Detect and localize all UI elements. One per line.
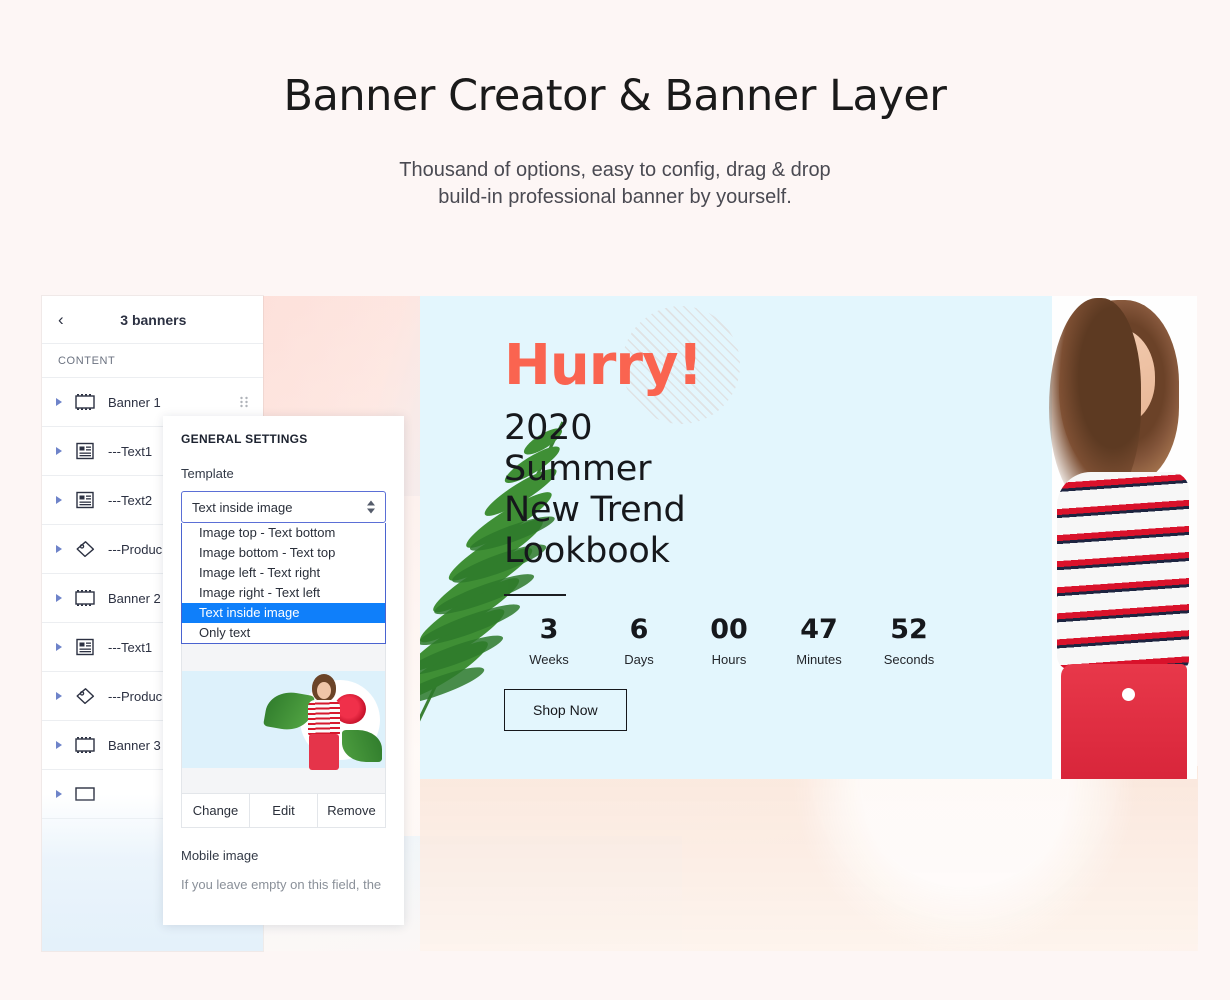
subtitle-line-1: Thousand of options, easy to config, dra… — [399, 159, 831, 182]
banner-preview: Hurry! 2020 Summer New Trend Lookbook 3 … — [420, 296, 1197, 779]
expand-caret-icon[interactable] — [56, 643, 62, 651]
settings-panel-title: GENERAL SETTINGS — [181, 432, 308, 446]
page-subtitle: Thousand of options, easy to config, dra… — [0, 157, 1230, 211]
countdown-cell: 52 Seconds — [864, 616, 954, 667]
sidebar-item-label: ---Text1 — [108, 443, 153, 459]
expand-caret-icon[interactable] — [56, 545, 62, 553]
product-tag-icon — [76, 541, 95, 558]
remove-image-button[interactable]: Remove — [318, 794, 385, 827]
banner-content: Hurry! 2020 Summer New Trend Lookbook 3 … — [420, 296, 1197, 731]
general-settings-panel: GENERAL SETTINGS Template Text inside im… — [163, 416, 404, 925]
template-option[interactable]: Image left - Text right — [182, 563, 385, 583]
template-field-label: Template — [181, 466, 234, 481]
template-select[interactable]: Text inside image — [181, 491, 386, 523]
sidebar-title: 3 banners — [120, 311, 187, 328]
drag-handle-icon[interactable] — [239, 395, 249, 409]
text-icon — [76, 638, 94, 656]
banner-icon — [75, 394, 95, 410]
image-action-buttons: Change Edit Remove — [181, 794, 386, 828]
stepper-arrows-icon[interactable] — [367, 500, 375, 514]
headline-line-4: Lookbook — [504, 530, 670, 571]
mobile-image-label: Mobile image — [181, 848, 259, 863]
countdown-label: Minutes — [796, 651, 842, 667]
headline-line-1: 2020 — [504, 408, 593, 448]
edit-image-button[interactable]: Edit — [250, 794, 318, 827]
hero-section: Banner Creator & Banner Layer Thousand o… — [0, 0, 1230, 211]
product-tag-icon — [76, 688, 95, 705]
countdown-cell: 00 Hours — [684, 616, 774, 667]
sidebar-item-label: Banner 1 — [108, 394, 161, 410]
sidebar-item-label: ---Produc — [108, 688, 163, 704]
expand-caret-icon[interactable] — [56, 692, 62, 700]
page-root: Banner Creator & Banner Layer Thousand o… — [0, 0, 1230, 1000]
sidebar-item-label: Banner 2 — [108, 590, 161, 606]
headline-line-2: Summer — [504, 448, 652, 489]
expand-caret-icon[interactable] — [56, 496, 62, 504]
sidebar-section-label: CONTENT — [42, 344, 263, 378]
expand-caret-icon[interactable] — [56, 594, 62, 602]
banner-icon — [75, 590, 95, 606]
sidebar-item-label: ---Produc — [108, 541, 163, 557]
countdown-timer: 3 Weeks 6 Days 00 Hours 47 Minutes 52 Se… — [504, 616, 1197, 667]
countdown-cell: 47 Minutes — [774, 616, 864, 667]
sidebar-item-label: ---Text1 — [108, 639, 153, 655]
countdown-cell: 3 Weeks — [504, 616, 594, 667]
countdown-label: Seconds — [883, 651, 935, 667]
countdown-value: 00 — [710, 613, 748, 645]
subtitle-line-2: build-in professional banner by yourself… — [438, 186, 792, 209]
expand-caret-icon[interactable] — [56, 398, 62, 406]
preview-model-shirt — [308, 700, 340, 736]
template-option-selected[interactable]: Text inside image — [182, 603, 385, 623]
banner-eyebrow: Hurry! — [504, 333, 703, 398]
template-option[interactable]: Image bottom - Text top — [182, 543, 385, 563]
expand-caret-icon[interactable] — [56, 790, 62, 798]
preview-model-skirt — [309, 734, 339, 770]
sidebar-item-label: Banner 3 — [108, 737, 161, 753]
expand-caret-icon[interactable] — [56, 447, 62, 455]
app-screenshot: Hurry! 2020 Summer New Trend Lookbook 3 … — [42, 296, 1198, 951]
countdown-label: Hours — [711, 651, 747, 667]
template-options-list[interactable]: Image top - Text bottom Image bottom - T… — [181, 523, 386, 644]
template-select-value: Text inside image — [192, 499, 293, 515]
template-option[interactable]: Image right - Text left — [182, 583, 385, 603]
countdown-label: Days — [624, 651, 654, 667]
backdrop-photo-fade — [420, 766, 1198, 951]
page-title: Banner Creator & Banner Layer — [283, 71, 947, 121]
template-option[interactable]: Only text — [182, 623, 385, 643]
text-icon — [76, 491, 94, 509]
countdown-value: 6 — [629, 613, 649, 645]
banner-icon — [75, 737, 95, 753]
template-option[interactable]: Image top - Text bottom — [182, 523, 385, 543]
countdown-cell: 6 Days — [594, 616, 684, 667]
countdown-value: 3 — [539, 613, 559, 645]
image-preview — [181, 644, 386, 794]
banner-icon — [75, 787, 95, 801]
expand-caret-icon[interactable] — [56, 741, 62, 749]
sidebar-item-label: ---Text2 — [108, 492, 153, 508]
mobile-image-help-text: If you leave empty on this field, the — [181, 877, 382, 892]
text-icon — [76, 442, 94, 460]
chevron-left-icon[interactable]: ‹ — [58, 311, 64, 328]
banner-headline: 2020 Summer New Trend Lookbook — [504, 408, 1197, 572]
preview-model-face — [317, 682, 331, 699]
change-image-button[interactable]: Change — [182, 794, 250, 827]
sidebar-header: ‹ 3 banners — [42, 296, 263, 344]
countdown-value: 47 — [800, 613, 838, 645]
countdown-label: Weeks — [529, 651, 569, 667]
countdown-value: 52 — [890, 613, 928, 645]
preview-model — [306, 674, 342, 770]
headline-line-3: New Trend — [504, 489, 686, 530]
divider-rule — [504, 593, 566, 596]
shop-now-button[interactable]: Shop Now — [504, 688, 627, 731]
